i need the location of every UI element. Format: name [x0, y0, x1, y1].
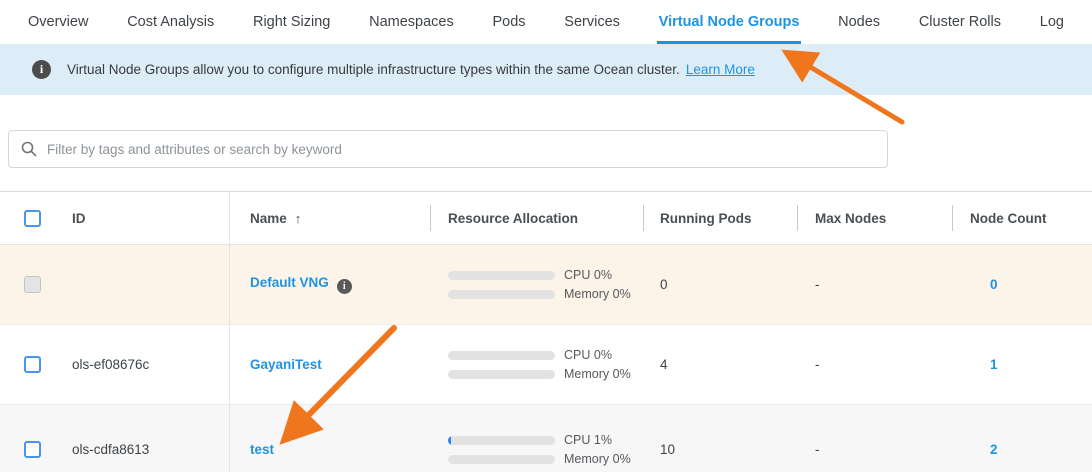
- filter-search-box[interactable]: [8, 130, 888, 168]
- cell-max-nodes: -: [797, 277, 952, 292]
- table-row-gayanitest: ols-ef08676c GayaniTest CPU 0% Memory 0%…: [0, 325, 1092, 405]
- column-header-name[interactable]: Name↑: [230, 211, 430, 226]
- tab-bar: Overview Cost Analysis Right Sizing Name…: [0, 0, 1092, 44]
- cell-max-nodes: -: [797, 442, 952, 457]
- tab-right-sizing[interactable]: Right Sizing: [251, 3, 332, 44]
- table-row-default-vng: Default VNG i CPU 0% Memory 0% 0 - 0: [0, 245, 1092, 325]
- memory-bar: [448, 370, 555, 379]
- node-count-link[interactable]: 1: [990, 357, 998, 372]
- column-header-running-pods[interactable]: Running Pods: [643, 211, 797, 226]
- tab-cost-analysis[interactable]: Cost Analysis: [125, 3, 216, 44]
- cell-resource-allocation: CPU 0% Memory 0%: [430, 343, 643, 386]
- node-count-link[interactable]: 0: [990, 277, 998, 292]
- sort-ascending-icon: ↑: [295, 211, 302, 226]
- tab-overview[interactable]: Overview: [26, 3, 90, 44]
- column-header-node-count[interactable]: Node Count: [952, 211, 1092, 226]
- search-icon: [21, 141, 37, 157]
- info-icon: i: [32, 60, 51, 79]
- banner-text: Virtual Node Groups allow you to configu…: [67, 62, 680, 77]
- cpu-bar: [448, 436, 555, 445]
- column-header-resource-allocation[interactable]: Resource Allocation: [430, 211, 643, 226]
- tab-virtual-node-groups[interactable]: Virtual Node Groups: [657, 3, 802, 44]
- vng-name-link[interactable]: test: [250, 442, 274, 457]
- node-count-link[interactable]: 2: [990, 442, 998, 457]
- table-row-test: ols-cdfa8613 test CPU 1% Memory 0% 10 - …: [0, 405, 1092, 472]
- info-banner: i Virtual Node Groups allow you to confi…: [0, 44, 1092, 95]
- tab-nodes[interactable]: Nodes: [836, 3, 882, 44]
- learn-more-link[interactable]: Learn More: [686, 62, 755, 77]
- cell-running-pods: 0: [643, 277, 797, 292]
- column-header-id[interactable]: ID: [56, 192, 230, 244]
- cell-resource-allocation: CPU 1% Memory 0%: [430, 428, 643, 471]
- vng-name-link[interactable]: GayaniTest: [250, 357, 322, 372]
- cell-id: [56, 245, 230, 324]
- vng-name-link[interactable]: Default VNG: [250, 275, 329, 290]
- tab-log[interactable]: Log: [1038, 3, 1066, 44]
- row-checkbox: [24, 276, 41, 293]
- cell-max-nodes: -: [797, 357, 952, 372]
- memory-bar: [448, 455, 555, 464]
- column-header-max-nodes[interactable]: Max Nodes: [797, 211, 952, 226]
- tab-cluster-rolls[interactable]: Cluster Rolls: [917, 3, 1003, 44]
- cell-resource-allocation: CPU 0% Memory 0%: [430, 263, 643, 306]
- memory-bar: [448, 290, 555, 299]
- table-header-row: ID Name↑ Resource Allocation Running Pod…: [0, 192, 1092, 245]
- select-all-checkbox[interactable]: [24, 210, 41, 227]
- tab-pods[interactable]: Pods: [490, 3, 527, 44]
- cell-id: ols-cdfa8613: [56, 405, 230, 472]
- cell-running-pods: 4: [643, 357, 797, 372]
- tab-namespaces[interactable]: Namespaces: [367, 3, 456, 44]
- cell-running-pods: 10: [643, 442, 797, 457]
- vng-table: ID Name↑ Resource Allocation Running Pod…: [0, 191, 1092, 472]
- search-input[interactable]: [47, 142, 875, 157]
- cell-id: ols-ef08676c: [56, 325, 230, 404]
- row-checkbox[interactable]: [24, 356, 41, 373]
- cpu-bar: [448, 271, 555, 280]
- tab-services[interactable]: Services: [562, 3, 622, 44]
- info-icon[interactable]: i: [337, 279, 352, 294]
- row-checkbox[interactable]: [24, 441, 41, 458]
- cpu-bar: [448, 351, 555, 360]
